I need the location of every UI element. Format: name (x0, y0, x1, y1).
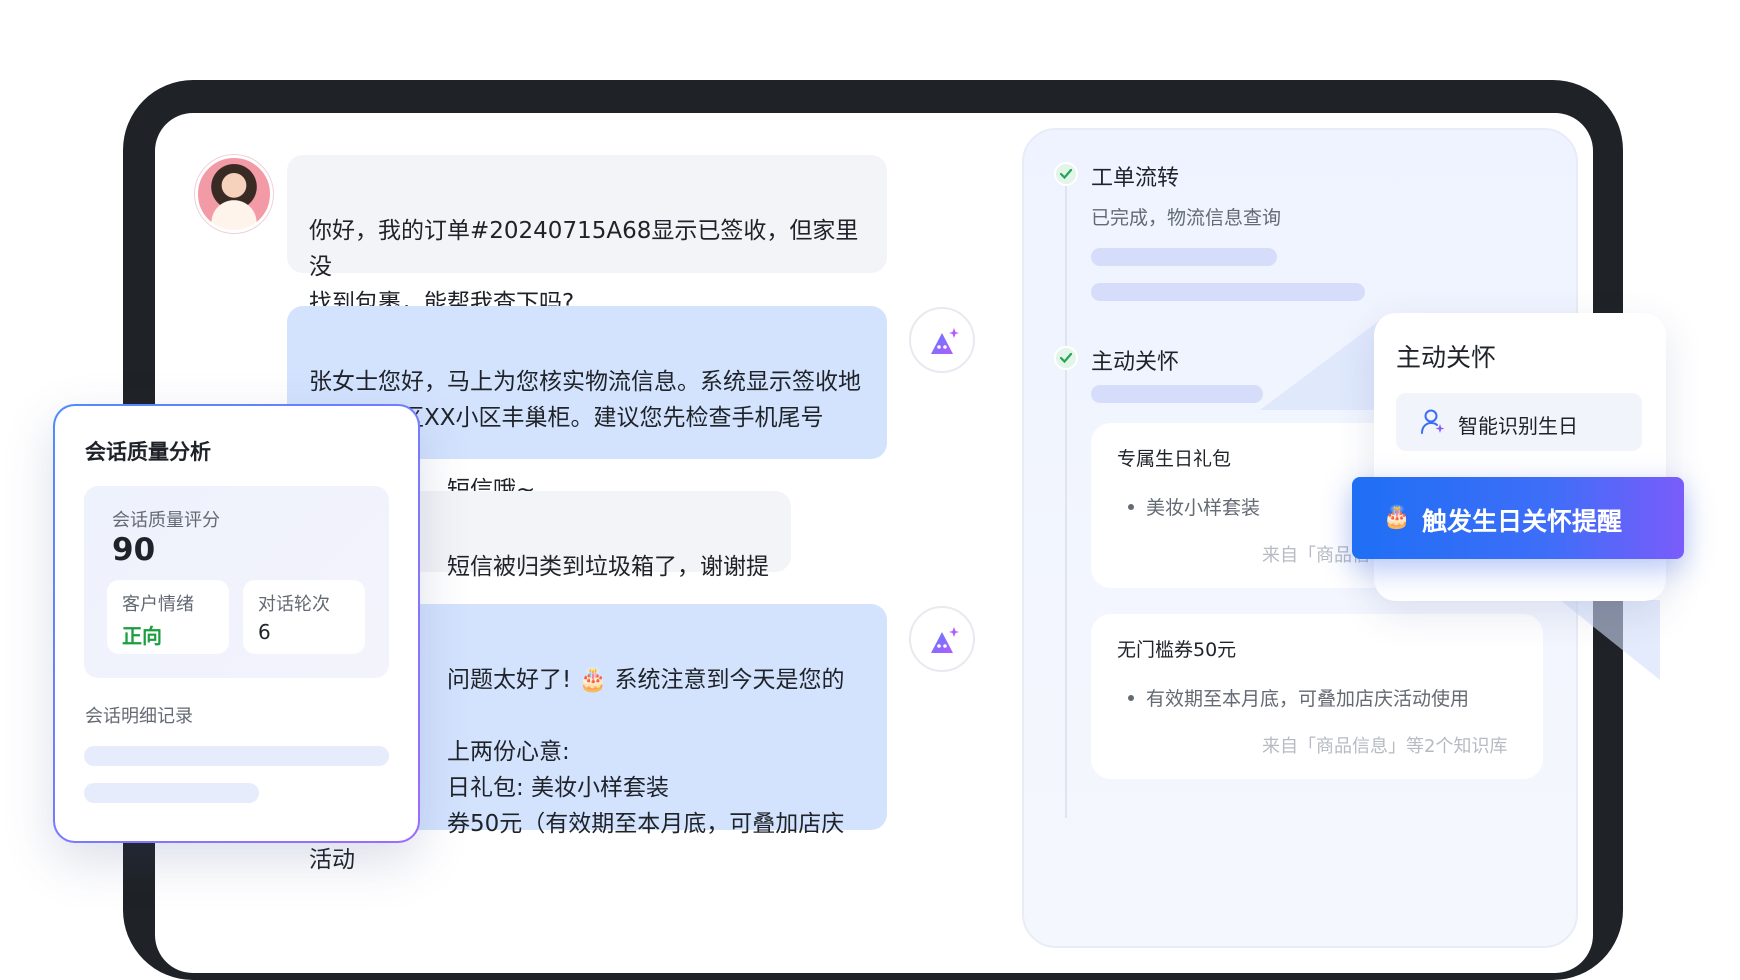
connector-decoration (1260, 320, 1380, 410)
user-sparkle-icon (1421, 409, 1445, 434)
placeholder-bar (1091, 248, 1277, 266)
coupon-card-title: 无门槛券50元 (1117, 639, 1237, 661)
coupon-card-source: 来自「商品信息」等2个知识库 (1262, 736, 1508, 757)
placeholder-bar (1091, 283, 1365, 301)
emotion-value: 正向 (122, 624, 162, 648)
cake-icon: 🎂 (1383, 505, 1411, 530)
bot-avatar (909, 307, 975, 373)
timeline-step-title: 主动关怀 (1091, 350, 1180, 375)
detail-records-label: 会话明细记录 (85, 706, 193, 727)
timeline-step-title: 工单流转 (1091, 166, 1180, 191)
timeline-step-subtitle: 已完成，物流信息查询 (1091, 207, 1282, 229)
check-icon (1054, 346, 1078, 370)
bot-avatar (909, 606, 975, 672)
connector-decoration (1560, 600, 1660, 680)
placeholder-bar (1091, 385, 1263, 403)
chat-message-user-1: 你好，我的订单#20240715A68显示已签收，但家里没 找到包裹，能帮我查下… (287, 155, 887, 316)
trigger-button-label: 触发生日关怀提醒 (1422, 507, 1623, 536)
score-label: 会话质量评分 (112, 510, 220, 531)
check-icon (1054, 162, 1078, 186)
ai-assistant-icon (931, 328, 959, 354)
score-value: 90 (112, 532, 156, 568)
gift-card-bullet: 美妆小样套装 (1128, 493, 1260, 520)
quality-card-title: 会话质量分析 (85, 440, 211, 464)
gift-card-title: 专属生日礼包 (1117, 448, 1232, 470)
customer-avatar (195, 155, 273, 233)
rounds-label: 对话轮次 (258, 594, 330, 615)
coupon-card-bullet: 有效期至本月底，可叠加店庆活动使用 (1128, 684, 1469, 711)
ai-assistant-icon (931, 627, 959, 653)
rounds-value: 6 (258, 620, 271, 644)
timeline-line (1065, 178, 1067, 818)
care-popup-title: 主动关怀 (1396, 343, 1497, 372)
placeholder-bar (84, 783, 259, 803)
emotion-label: 客户情绪 (122, 594, 194, 615)
placeholder-bar (84, 746, 389, 766)
identify-birthday-label: 智能识别生日 (1458, 414, 1578, 438)
